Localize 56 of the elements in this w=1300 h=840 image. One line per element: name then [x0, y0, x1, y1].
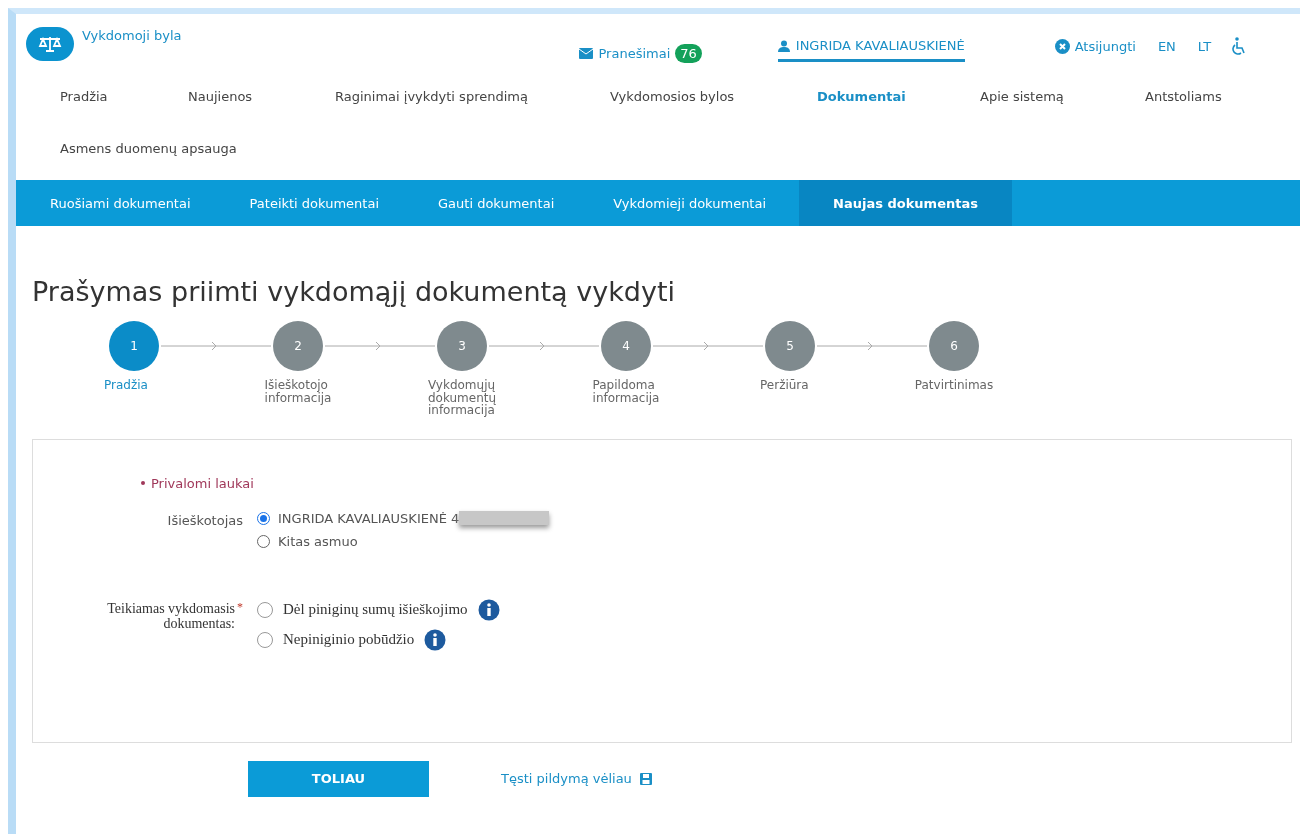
- radio-button[interactable]: [257, 534, 270, 548]
- radio-label[interactable]: INGRIDA KAVALIAUSKIENĖ 4: [278, 510, 460, 526]
- required-note: Privalomi laukai: [151, 475, 254, 491]
- nav-link[interactable]: Asmens duomenų apsauga: [60, 126, 237, 178]
- accessibility-icon[interactable]: [1231, 37, 1246, 55]
- language-link[interactable]: LT: [1197, 38, 1212, 54]
- language-link[interactable]: EN: [1157, 38, 1176, 54]
- nav-link[interactable]: Raginimai įvykdyti sprendimą: [335, 74, 528, 126]
- user-menu[interactable]: INGRIDA KAVALIAUSKIENĖ: [777, 38, 965, 62]
- radio-label[interactable]: Nepiniginio pobūdžio: [283, 631, 415, 649]
- step-label: Pradžia: [104, 379, 149, 394]
- nav-link[interactable]: Dokumentai: [817, 74, 906, 126]
- step-circle[interactable]: 5: [765, 321, 815, 371]
- step-label: Papildoma informacija: [592, 379, 660, 407]
- person-icon: [777, 39, 790, 52]
- scales-logo-icon[interactable]: [26, 27, 74, 61]
- info-icon[interactable]: [424, 628, 447, 651]
- radio-label[interactable]: Dėl piniginų sumų išieškojimo: [283, 601, 468, 619]
- step-label: Išieškotojo informacija: [264, 379, 332, 407]
- page-title: Prašymas priimti vykdomąjį dokumentą vykdyti: [32, 276, 676, 307]
- logout-link[interactable]: Atsijungti: [1054, 38, 1136, 54]
- next-button[interactable]: TOLIAU: [248, 760, 429, 797]
- required-dot-icon: [141, 481, 145, 486]
- subnav-tab[interactable]: Pateikti dokumentai: [223, 180, 412, 226]
- step-circle[interactable]: 2: [273, 321, 323, 371]
- info-icon[interactable]: [477, 598, 500, 621]
- nav-link[interactable]: Pradžia: [60, 74, 108, 126]
- subnav-tab[interactable]: Gauti dokumentai: [412, 180, 588, 226]
- radio-button[interactable]: [257, 631, 273, 648]
- radio-label[interactable]: Kitas asmuo: [278, 533, 358, 549]
- messages-link[interactable]: Pranešimai 76: [579, 43, 702, 63]
- step-label: Vykdomųjų dokumentų informacija: [427, 379, 497, 417]
- close-icon: [1054, 38, 1070, 54]
- nav-link[interactable]: Antstoliams: [1145, 74, 1222, 126]
- step-label: Peržiūra: [760, 379, 810, 394]
- nav-link[interactable]: Vykdomosios bylos: [610, 74, 735, 126]
- save-later-link[interactable]: Tęsti pildymą vėliau: [501, 771, 652, 787]
- subnav-tab[interactable]: Vykdomieji dokumentai: [587, 180, 800, 226]
- envelope-icon: [579, 47, 594, 59]
- subnav-tab[interactable]: Ruošiami dokumentai: [24, 180, 224, 226]
- save-icon: [639, 772, 652, 785]
- nav-link[interactable]: Naujienos: [188, 74, 253, 126]
- message-count-badge: 76: [675, 43, 702, 63]
- radio-button[interactable]: [257, 601, 273, 618]
- field-label: Teikiamas vykdomasis dokumentas:: [106, 600, 235, 632]
- field-label: Išieškotojas: [167, 512, 243, 528]
- step-circle[interactable]: 4: [601, 321, 651, 371]
- required-mark: *: [237, 600, 243, 613]
- nav-link[interactable]: Apie sistemą: [980, 74, 1064, 126]
- radio-button[interactable]: [257, 511, 270, 525]
- subnav-tab[interactable]: Naujas dokumentas: [799, 180, 1012, 226]
- site-title[interactable]: Vykdomoji byla: [82, 28, 182, 43]
- step-circle[interactable]: 1: [109, 321, 159, 371]
- step-circle[interactable]: 3: [437, 321, 487, 371]
- step-circle[interactable]: 6: [929, 321, 979, 371]
- step-label: Patvirtinimas: [914, 379, 994, 394]
